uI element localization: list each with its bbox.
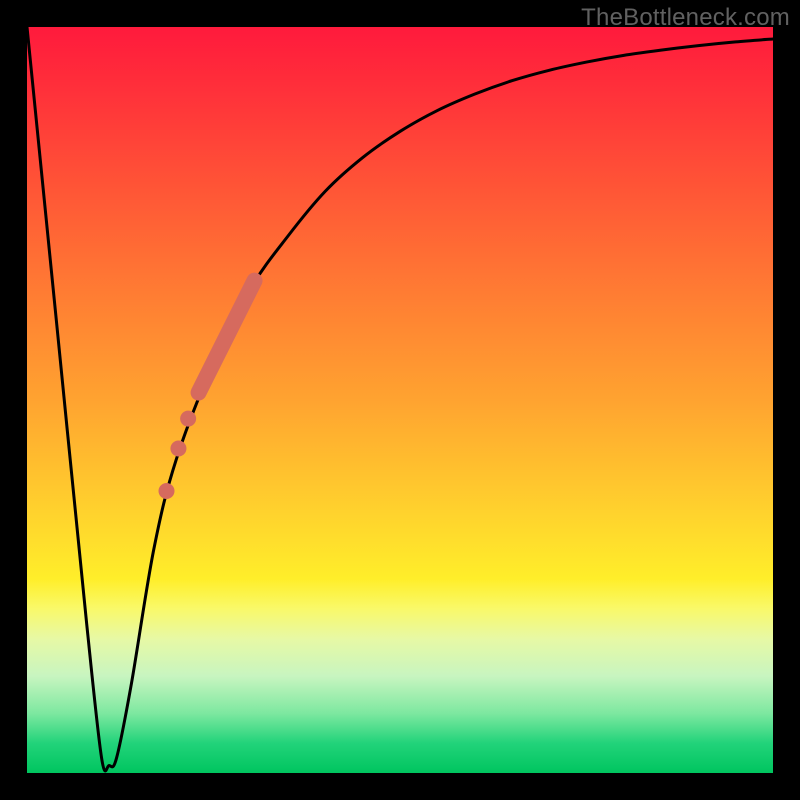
chart-frame: TheBottleneck.com [0,0,800,800]
chart-svg [27,27,773,773]
bottleneck-curve-path [27,27,773,771]
marker-dot-1 [180,411,196,427]
marker-dot-2 [170,440,186,456]
marker-thick-segment [199,281,255,393]
watermark-text: TheBottleneck.com [581,4,790,32]
chart-plot-area [27,27,773,773]
marker-dot-3 [159,483,175,499]
